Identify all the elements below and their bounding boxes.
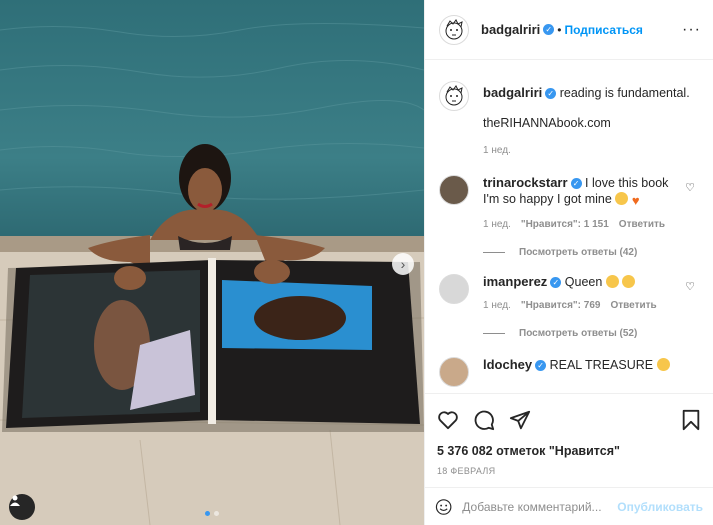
- comment-likes[interactable]: "Нравится": 769: [521, 298, 601, 314]
- publish-button[interactable]: Опубликовать: [617, 500, 703, 514]
- verified-badge-icon: ✓: [543, 24, 555, 35]
- comment-item: trinarockstarr ✓ I love this book I'm so …: [439, 175, 699, 233]
- carousel-dot-active: [205, 511, 210, 516]
- post-side-panel: badgalriri ✓ • Подписаться ··· badgalrir…: [424, 0, 713, 525]
- reply-button[interactable]: Ответить: [619, 217, 665, 233]
- comment-text: REAL TREASURE: [549, 358, 654, 372]
- post-date[interactable]: 18 ФЕВРАЛЯ: [437, 466, 701, 476]
- post-header: badgalriri ✓ • Подписаться ···: [425, 0, 713, 60]
- user-tag-icon: [10, 495, 20, 506]
- post-actions: 5 376 082 отметок "Нравится" 18 ФЕВРАЛЯ: [425, 393, 713, 476]
- carousel-dot: [214, 511, 219, 516]
- caption-link[interactable]: theRIHANNAbook.com: [483, 115, 699, 131]
- author-avatar-drawing: [445, 85, 463, 106]
- orange-heart-emoji-icon: ♥: [631, 193, 640, 208]
- add-comment-bar: Опубликовать: [425, 487, 713, 525]
- follow-button[interactable]: Подписаться: [564, 23, 642, 37]
- commenter-username[interactable]: trinarockstarr: [483, 175, 568, 190]
- caption-username[interactable]: badgalriri: [483, 85, 542, 100]
- heart-eyes-emoji-icon: [656, 358, 670, 371]
- more-options-icon[interactable]: ···: [682, 21, 701, 39]
- comment-time[interactable]: 1 нед.: [483, 298, 511, 314]
- replies-line: [483, 252, 505, 253]
- commenter-avatar[interactable]: [439, 274, 469, 304]
- replies-line: [483, 333, 505, 334]
- comment-item: ldochey ✓ REAL TREASURE: [439, 357, 699, 387]
- likes-count[interactable]: 5 376 082 отметок "Нравится": [437, 444, 701, 458]
- heart-eyes-emoji-icon: [605, 275, 619, 288]
- caption-text: reading is fundamental.: [559, 86, 690, 100]
- author-avatar[interactable]: [439, 81, 469, 111]
- chevron-right-icon: ›: [400, 256, 406, 272]
- verified-badge-icon: ✓: [570, 178, 582, 189]
- heart-eyes-emoji-icon: [615, 192, 629, 205]
- author-username[interactable]: badgalriri: [481, 22, 540, 37]
- share-icon[interactable]: [509, 409, 531, 431]
- commenter-username[interactable]: ldochey: [483, 357, 532, 372]
- heart-icon[interactable]: [437, 410, 459, 430]
- verified-badge-icon: ✓: [545, 88, 557, 99]
- comment-icon[interactable]: [473, 409, 495, 431]
- view-replies-button[interactable]: Посмотреть ответы (42): [483, 247, 699, 258]
- comment-likes[interactable]: "Нравится": 1 151: [521, 217, 609, 233]
- post-photo[interactable]: ›: [0, 0, 424, 525]
- commenter-username[interactable]: imanperez: [483, 274, 547, 289]
- heart-eyes-emoji-icon: [622, 275, 636, 288]
- post-caption: badgalriri ✓ reading is fundamental. theR…: [439, 81, 699, 159]
- separator-dot: •: [557, 22, 562, 37]
- smile-icon[interactable]: [435, 496, 452, 518]
- view-replies-label[interactable]: Посмотреть ответы (42): [519, 247, 637, 258]
- comment-text: Queen: [564, 275, 603, 289]
- carousel-indicator: [0, 511, 424, 516]
- author-avatar-drawing: [445, 18, 463, 39]
- verified-badge-icon: ✓: [550, 277, 562, 288]
- comments-list[interactable]: badgalriri ✓ reading is fundamental. theR…: [425, 61, 713, 393]
- view-replies-label[interactable]: Посмотреть ответы (52): [519, 328, 637, 339]
- tagged-users-button[interactable]: [9, 494, 35, 520]
- comment-input[interactable]: [462, 499, 618, 514]
- reply-button[interactable]: Ответить: [610, 298, 656, 314]
- author-avatar[interactable]: [439, 14, 469, 45]
- commenter-avatar[interactable]: [439, 175, 469, 205]
- next-photo-button[interactable]: ›: [392, 253, 414, 275]
- photo-illustration: [0, 22, 424, 525]
- comment-item: imanperez ✓ Queen 1 нед. "Нравится": 769 …: [439, 274, 699, 314]
- like-comment-heart-icon[interactable]: ♡: [685, 280, 695, 293]
- view-replies-button[interactable]: Посмотреть ответы (52): [483, 328, 699, 339]
- like-comment-heart-icon[interactable]: ♡: [685, 181, 695, 194]
- commenter-avatar[interactable]: [439, 357, 469, 387]
- comment-time[interactable]: 1 нед.: [483, 217, 511, 233]
- caption-time[interactable]: 1 нед.: [483, 143, 511, 159]
- bookmark-icon[interactable]: [681, 409, 701, 431]
- verified-badge-icon: ✓: [535, 360, 547, 371]
